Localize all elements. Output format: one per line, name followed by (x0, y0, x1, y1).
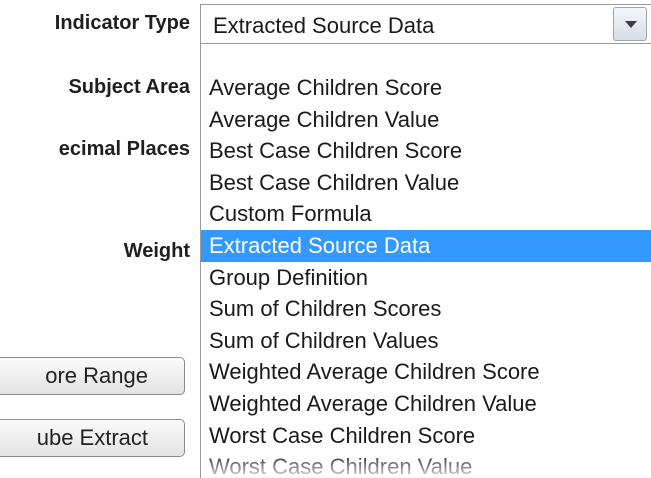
dropdown-option[interactable]: Weighted Average Children Score (201, 356, 651, 388)
indicator-editor-panel: Indicator Type Subject Area ecimal Place… (0, 0, 651, 478)
dropdown-option[interactable]: Sum of Children Values (201, 325, 651, 357)
dropdown-option[interactable]: Worst Case Children Value (201, 451, 651, 478)
dropdown-option[interactable]: Worst Case Children Score (201, 420, 651, 452)
subject-area-label: Subject Area (68, 76, 190, 98)
indicator-type-label: Indicator Type (54, 12, 190, 34)
dropdown-option-selected[interactable]: Extracted Source Data (201, 229, 651, 262)
indicator-type-selected-value: Extracted Source Data (213, 13, 435, 38)
chevron-down-icon[interactable] (613, 7, 647, 41)
dropdown-option[interactable]: Sum of Children Scores (201, 293, 651, 325)
dropdown-option[interactable]: Average Children Value (201, 104, 651, 136)
dropdown-option[interactable]: Average Children Score (201, 72, 651, 104)
weight-label: Weight (123, 240, 190, 262)
indicator-type-combobox[interactable]: Extracted Source Data (200, 4, 651, 44)
score-range-button[interactable]: ore Range (0, 357, 185, 395)
dropdown-option[interactable]: Group Definition (201, 262, 651, 294)
cube-extract-button[interactable]: ube Extract (0, 419, 185, 457)
dropdown-option[interactable]: Best Case Children Value (201, 167, 651, 199)
dropdown-option[interactable]: Weighted Average Children Value (201, 388, 651, 420)
dropdown-options: Average Children Score Average Children … (201, 72, 651, 478)
indicator-type-dropdown-list[interactable]: Average Children Score Average Children … (200, 44, 651, 478)
dropdown-option[interactable]: Custom Formula (201, 198, 651, 230)
decimal-places-label: ecimal Places (58, 138, 190, 160)
dropdown-option[interactable]: Best Case Children Score (201, 135, 651, 167)
